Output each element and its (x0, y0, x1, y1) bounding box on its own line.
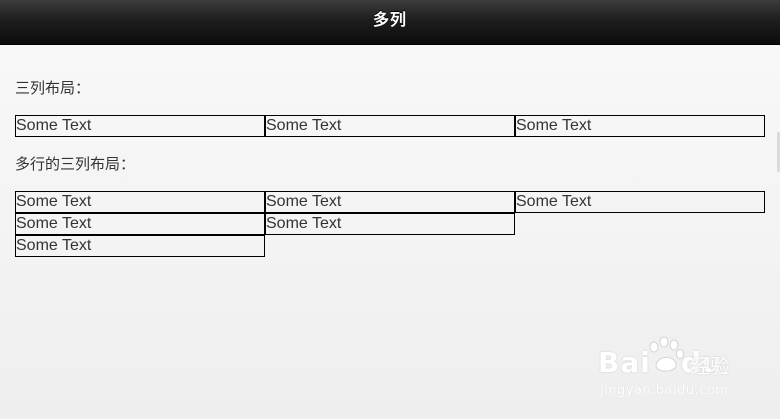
grid-cell: Some Text (265, 213, 515, 235)
grid-row: Some Text Some Text Some Text (15, 115, 765, 137)
grid-cell: Some Text (265, 191, 515, 213)
grid-cell: Some Text (15, 115, 265, 137)
grid-cell: Some Text (515, 191, 765, 213)
watermark-url: jingyan.baidu.com (600, 383, 729, 398)
grid-cell: Some Text (15, 235, 265, 257)
multi-row-three-column-grid: Some Text Some Text Some Text Some Text … (15, 191, 765, 257)
grid-cell: Some Text (265, 115, 515, 137)
app-header: 多列 (0, 0, 780, 45)
grid-cell: Some Text (15, 213, 265, 235)
paw-icon (649, 336, 684, 372)
multi-row-three-column-heading: 多行的三列布局： (15, 155, 136, 173)
grid-cell: Some Text (515, 115, 765, 137)
baidu-jingyan-watermark: Bai du 经验 jingyan.baidu.com (598, 336, 748, 406)
watermark-product-text: 经验 (690, 354, 730, 378)
grid-row: Some Text Some Text (15, 213, 765, 235)
three-column-grid: Some Text Some Text Some Text (15, 115, 765, 137)
grid-row: Some Text Some Text Some Text (15, 191, 765, 213)
page-title: 多列 (372, 10, 407, 29)
grid-cell: Some Text (15, 191, 265, 213)
grid-row: Some Text (15, 235, 765, 257)
three-column-heading: 三列布局： (15, 79, 91, 97)
